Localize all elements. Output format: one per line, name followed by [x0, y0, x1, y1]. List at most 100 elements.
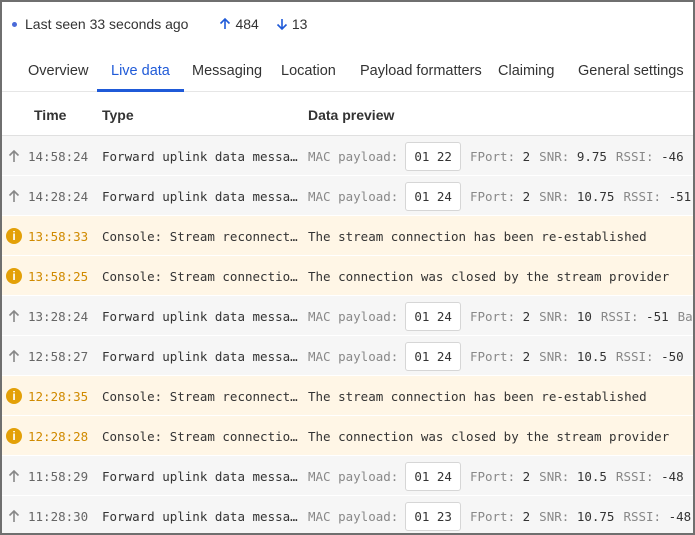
snr-field: SNR: 10.5	[539, 469, 607, 484]
arrow-up-icon	[8, 469, 20, 482]
table-row[interactable]: i 12:28:35 Console: Stream reconnected The …	[2, 376, 693, 416]
event-time: 13:58:25	[28, 269, 89, 284]
fport-value: 2	[522, 468, 531, 484]
snr-value: 10	[576, 308, 592, 324]
payload-hex[interactable]: 01 24	[405, 461, 461, 491]
rssi-field: RSSI: -48	[616, 469, 684, 484]
event-type: Console: Stream reconnected	[102, 229, 298, 244]
snr-label: SNR:	[539, 308, 570, 324]
uplink-count: 484	[235, 16, 259, 32]
fport-field: FPort: 2	[470, 469, 530, 484]
fport-field: FPort: 2	[470, 509, 530, 524]
fport-label: FPort:	[469, 148, 516, 164]
snr-value: 10.5	[576, 348, 607, 364]
warning-icon: i	[6, 228, 22, 244]
event-time: 11:28:30	[28, 509, 89, 524]
snr-field: SNR: 9.75	[539, 149, 607, 164]
rssi-field: RSSI: -50	[616, 349, 684, 364]
snr-value: 10.75	[576, 188, 615, 204]
mac-payload-label: MAC payload:	[308, 148, 399, 164]
downlink-count: 13	[291, 16, 308, 32]
event-type: Console: Stream reconnected	[102, 389, 298, 404]
fport-label: FPort:	[469, 308, 516, 324]
event-list: 14:58:24 Forward uplink data message MAC p…	[2, 136, 693, 533]
snr-label: SNR:	[539, 148, 570, 164]
event-message: The stream connection has been re-establ…	[308, 228, 647, 244]
snr-label: SNR:	[539, 508, 570, 524]
table-header: Time Type Data preview	[2, 94, 693, 136]
event-type: Console: Stream connection…	[102, 269, 298, 284]
truncated-field: Band	[677, 308, 693, 324]
arrow-up-icon	[8, 189, 20, 202]
table-row[interactable]: 14:28:24 Forward uplink data message MAC p…	[2, 176, 693, 216]
data-preview: The connection was closed by the stream …	[308, 416, 669, 455]
event-type: Forward uplink data message	[102, 189, 298, 204]
data-preview: MAC payload: 01 24 FPort: 2 SNR: 10.5 RSSI: …	[308, 336, 693, 375]
event-time: 14:58:24	[28, 149, 89, 164]
data-preview: The connection was closed by the stream …	[308, 256, 669, 295]
data-preview: MAC payload: 01 24 FPort: 2 SNR: 10 RSSI: -5…	[308, 296, 693, 335]
warning-icon: i	[6, 428, 22, 444]
tab-overview[interactable]: Overview	[28, 54, 88, 92]
table-row[interactable]: i 13:58:33 Console: Stream reconnected The …	[2, 216, 693, 256]
mac-payload-label: MAC payload:	[308, 508, 399, 524]
event-type: Forward uplink data message	[102, 469, 298, 484]
device-status-bar: Last seen 33 seconds ago 484 13	[2, 2, 693, 46]
payload-hex[interactable]: 01 22	[405, 141, 461, 171]
event-time: 12:58:27	[28, 349, 89, 364]
event-time: 13:28:24	[28, 309, 89, 324]
table-row[interactable]: i 12:28:28 Console: Stream connection… The …	[2, 416, 693, 456]
tab-claiming[interactable]: Claiming	[498, 54, 554, 92]
uplink-counter: 484	[218, 16, 259, 32]
payload-hex[interactable]: 01 23	[405, 501, 461, 531]
rssi-value: -48	[668, 508, 692, 524]
payload-hex[interactable]: 01 24	[405, 341, 461, 371]
table-row[interactable]: 11:58:29 Forward uplink data message MAC p…	[2, 456, 693, 496]
warning-icon: i	[6, 388, 22, 404]
payload-hex[interactable]: 01 24	[405, 301, 461, 331]
rssi-value: -48	[661, 468, 684, 484]
rssi-value: -46	[661, 148, 684, 164]
snr-value: 10.5	[576, 468, 607, 484]
tab-location[interactable]: Location	[281, 54, 336, 92]
device-tabs: Overview Live data Messaging Location Pa…	[2, 54, 693, 92]
downlink-counter: 13	[275, 16, 308, 32]
rssi-field: RSSI: -51	[601, 309, 669, 324]
snr-field: SNR: 10	[539, 309, 592, 324]
tab-live-data[interactable]: Live data	[97, 54, 184, 92]
rssi-value: -51	[646, 308, 669, 324]
rssi-label: RSSI:	[615, 468, 654, 484]
event-type: Console: Stream connection…	[102, 429, 298, 444]
fport-field: FPort: 2	[470, 309, 530, 324]
column-header-data-preview: Data preview	[308, 107, 395, 123]
table-row[interactable]: 14:58:24 Forward uplink data message MAC p…	[2, 136, 693, 176]
status-dot-icon	[12, 21, 17, 27]
mac-payload-label: MAC payload:	[308, 468, 399, 484]
snr-label: SNR:	[539, 348, 570, 364]
rssi-label: RSSI:	[623, 508, 662, 524]
arrow-up-icon	[8, 149, 20, 162]
table-row[interactable]: 13:28:24 Forward uplink data message MAC p…	[2, 296, 693, 336]
fport-value: 2	[522, 508, 531, 524]
event-type: Forward uplink data message	[102, 149, 298, 164]
arrow-up-icon	[8, 509, 20, 522]
arrow-up-icon	[8, 309, 20, 322]
table-row[interactable]: 11:28:30 Forward uplink data message MAC p…	[2, 496, 693, 533]
tab-messaging[interactable]: Messaging	[192, 54, 262, 92]
table-row[interactable]: i 13:58:25 Console: Stream connection… The …	[2, 256, 693, 296]
payload-hex[interactable]: 01 24	[405, 181, 461, 211]
event-time: 14:28:24	[28, 189, 89, 204]
tab-payload-formatters[interactable]: Payload formatters	[360, 54, 482, 92]
event-time: 11:58:29	[28, 469, 89, 484]
rssi-field: RSSI: -48	[623, 509, 691, 524]
event-type: Forward uplink data message	[102, 509, 298, 524]
rssi-field: RSSI: -51	[623, 189, 691, 204]
tab-general-settings[interactable]: General settings	[578, 54, 684, 92]
snr-value: 10.75	[576, 508, 615, 524]
table-row[interactable]: 12:58:27 Forward uplink data message MAC p…	[2, 336, 693, 376]
rssi-label: RSSI:	[615, 148, 654, 164]
column-header-time: Time	[34, 107, 67, 123]
fport-label: FPort:	[469, 188, 516, 204]
device-live-data-panel: Last seen 33 seconds ago 484 13 Overview…	[0, 0, 695, 535]
mac-payload-label: MAC payload:	[308, 348, 399, 364]
